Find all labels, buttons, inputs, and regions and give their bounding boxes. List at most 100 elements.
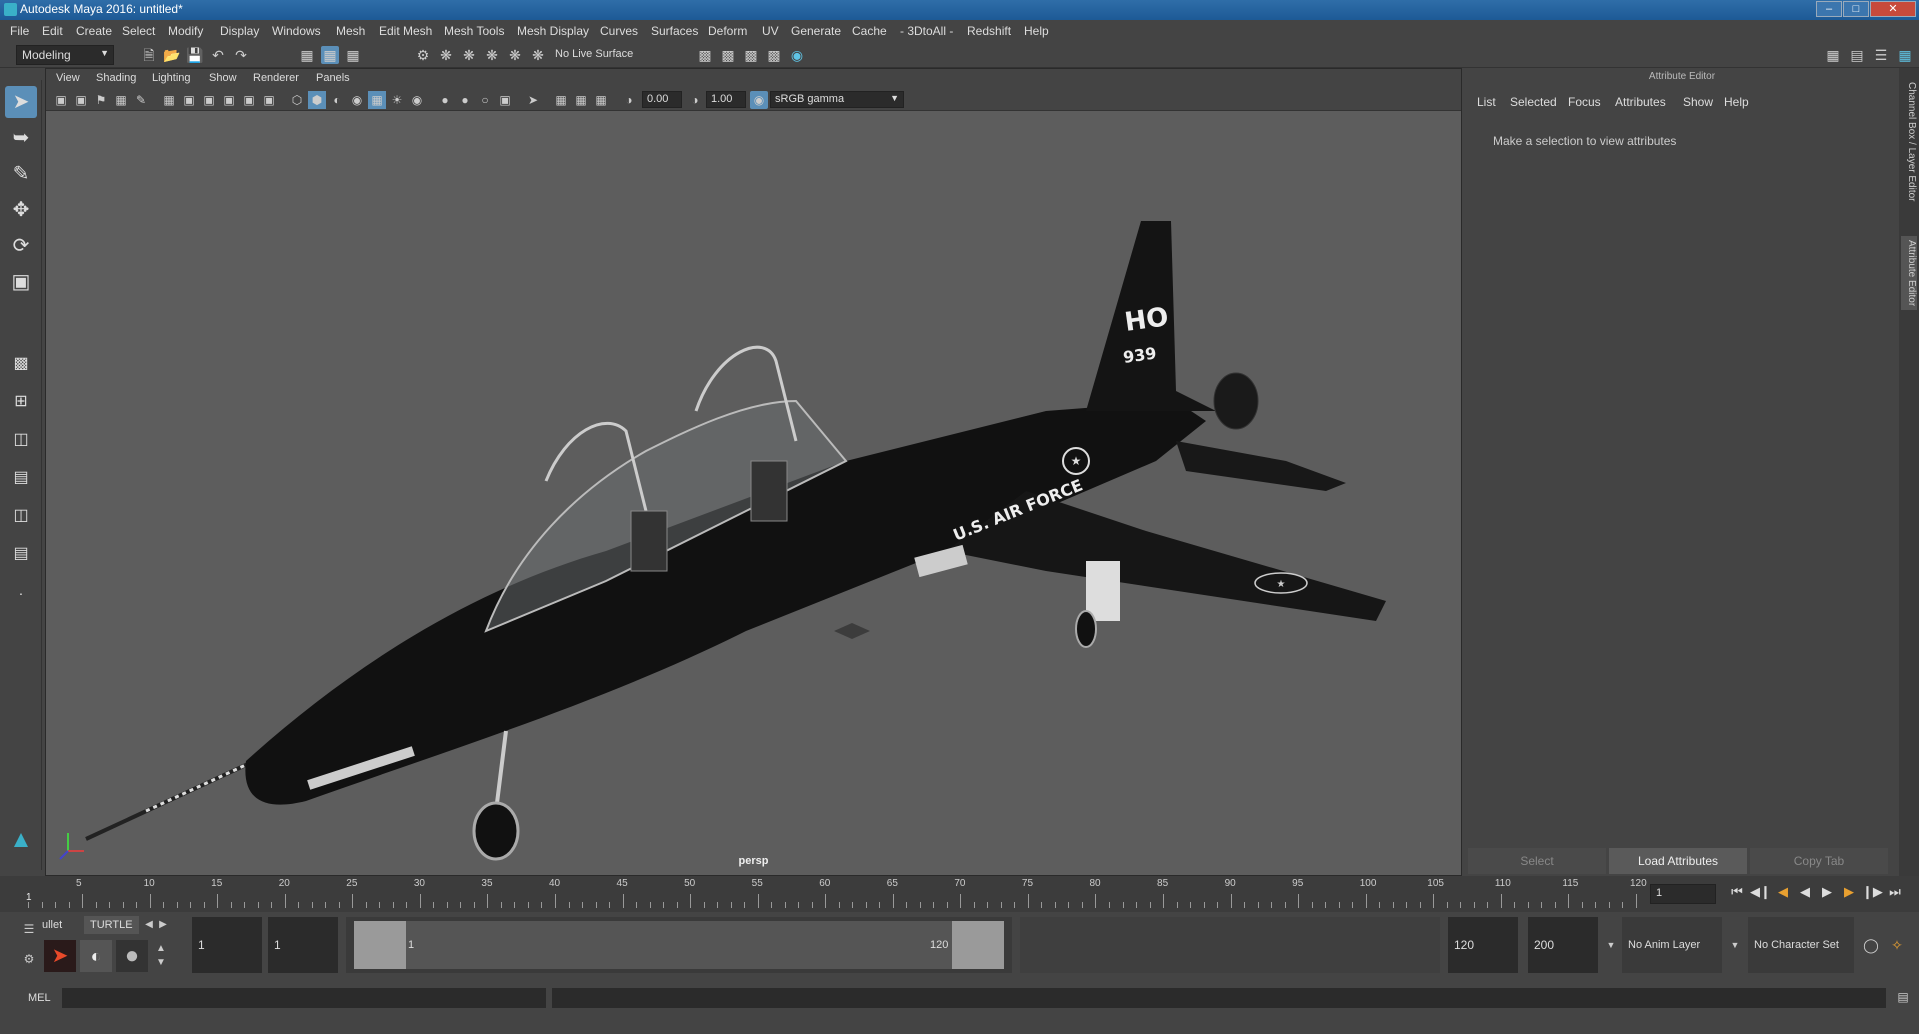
open-scene-icon[interactable]: 📂: [163, 46, 181, 64]
select-object-icon[interactable]: ▦: [321, 46, 339, 64]
undo-icon[interactable]: ↶: [209, 46, 227, 64]
range-slider-start-handle[interactable]: [354, 921, 406, 969]
ae-menu-help[interactable]: Help: [1724, 95, 1749, 109]
go-to-start-icon[interactable]: ⏮: [1728, 884, 1746, 900]
modeling-toolkit-icon[interactable]: ▦: [1824, 46, 1842, 64]
time-slider[interactable]: 5 10 15 20 25 30 35 40 45 50 55 60 65 70 75 80 85 90 95 100…: [0, 876, 1919, 912]
snap-surface-icon[interactable]: ❋: [506, 46, 524, 64]
use-lights-icon[interactable]: ☀: [388, 91, 406, 109]
shadows-icon[interactable]: ◉: [408, 91, 426, 109]
sphere-shelf-icon[interactable]: ●: [116, 940, 148, 972]
go-to-end-icon[interactable]: ⏭: [1886, 884, 1904, 900]
load-attributes-button[interactable]: Load Attributes: [1609, 848, 1747, 874]
menu-surfaces[interactable]: Surfaces: [651, 24, 698, 38]
color-management-icon[interactable]: ◉: [750, 91, 768, 109]
gamma-icon[interactable]: ◑: [686, 91, 704, 109]
gate-mask-icon[interactable]: ▣: [220, 91, 238, 109]
snap-curve-icon[interactable]: ❋: [437, 46, 455, 64]
menu-3dtoall[interactable]: - 3DtoAll -: [900, 24, 953, 38]
snap-grid-icon[interactable]: ⚙: [414, 46, 432, 64]
scene-end-field[interactable]: 200: [1528, 917, 1598, 973]
component-backface-icon[interactable]: ▦: [592, 91, 610, 109]
chevron-down-icon[interactable]: ▼: [1602, 936, 1620, 954]
redo-icon[interactable]: ↷: [232, 46, 250, 64]
playback-start-field[interactable]: 1: [268, 917, 338, 973]
persp-viewport[interactable]: ★ ★ HO 939 U.S. AIR FORCE persp: [46, 111, 1461, 875]
current-frame-field[interactable]: 1: [1650, 884, 1716, 904]
scale-tool-icon[interactable]: ▣: [5, 266, 37, 298]
menu-redshift[interactable]: Redshift: [967, 24, 1011, 38]
maximize-button[interactable]: □: [1843, 1, 1869, 17]
shelf-scroll-down-icon[interactable]: ▼: [152, 954, 170, 972]
motion-blur-icon[interactable]: ●: [456, 91, 474, 109]
xray-icon[interactable]: ▦: [368, 91, 386, 109]
exposure-field[interactable]: 0.00: [642, 91, 682, 108]
grease-pencil-icon[interactable]: ✎: [132, 91, 150, 109]
menu-help[interactable]: Help: [1024, 24, 1049, 38]
channel-box-icon[interactable]: ▦: [1896, 46, 1914, 64]
depth-of-field-icon[interactable]: ▣: [496, 91, 514, 109]
grid-toggle-icon[interactable]: ▦: [160, 91, 178, 109]
film-gate-icon[interactable]: ▣: [180, 91, 198, 109]
isolate-select-icon[interactable]: ➤: [524, 91, 542, 109]
render-shelf-icon[interactable]: ◐: [80, 940, 112, 972]
camera-attributes-icon[interactable]: ▣: [72, 91, 90, 109]
minimize-button[interactable]: –: [1816, 1, 1842, 17]
tool-settings-icon[interactable]: ☰: [1872, 46, 1890, 64]
shelf-settings-icon[interactable]: ⚙: [20, 950, 38, 968]
ambient-occlusion-icon[interactable]: ●: [436, 91, 454, 109]
image-plane-icon[interactable]: ▦: [112, 91, 130, 109]
command-input[interactable]: [62, 988, 546, 1008]
gamma-field[interactable]: 1.00: [706, 91, 746, 108]
menu-mesh-display[interactable]: Mesh Display: [517, 24, 589, 38]
attribute-editor-tab[interactable]: Attribute Editor: [1901, 236, 1917, 311]
vp-menu-panels[interactable]: Panels: [316, 72, 350, 84]
playback-end-field[interactable]: 120: [1448, 917, 1518, 973]
anim-layer-dropdown[interactable]: No Anim Layer: [1622, 917, 1722, 973]
close-button[interactable]: ✕: [1870, 1, 1916, 17]
new-scene-icon[interactable]: 🗎: [140, 46, 158, 64]
single-view-layout-icon[interactable]: ▩: [5, 348, 37, 380]
four-view-layout-icon[interactable]: ⊞: [5, 386, 37, 418]
character-set-dropdown[interactable]: No Character Set: [1748, 917, 1854, 973]
vp-menu-renderer[interactable]: Renderer: [253, 72, 299, 84]
vp-menu-lighting[interactable]: Lighting: [152, 72, 191, 84]
vp-menu-shading[interactable]: Shading: [96, 72, 136, 84]
wireframe-icon[interactable]: ⬡: [288, 91, 306, 109]
persp-graph-layout-icon[interactable]: ▤: [5, 462, 37, 494]
menu-generate[interactable]: Generate: [791, 24, 841, 38]
hypershade-layout-icon[interactable]: ▤: [5, 538, 37, 570]
copy-tab-button[interactable]: Copy Tab: [1750, 848, 1888, 874]
lasso-tool-icon[interactable]: ➥: [5, 122, 37, 154]
menu-mesh[interactable]: Mesh: [336, 24, 365, 38]
menu-windows[interactable]: Windows: [272, 24, 321, 38]
attribute-editor-toggle-icon[interactable]: ▤: [1848, 46, 1866, 64]
rocket-shelf-icon[interactable]: ➤: [44, 940, 76, 972]
step-back-key-icon[interactable]: ◀❙: [1750, 884, 1771, 900]
outliner-layout-icon[interactable]: ◫: [5, 500, 37, 532]
select-button[interactable]: Select: [1468, 848, 1606, 874]
menu-edit-mesh[interactable]: Edit Mesh: [379, 24, 432, 38]
vp-menu-view[interactable]: View: [56, 72, 80, 84]
select-component-icon[interactable]: ▦: [344, 46, 362, 64]
play-forwards-icon[interactable]: ▶: [1818, 884, 1836, 900]
command-language-label[interactable]: MEL: [28, 992, 51, 1004]
save-scene-icon[interactable]: 💾: [186, 46, 204, 64]
shelf-tab-bullet[interactable]: ullet: [36, 916, 69, 934]
menu-file[interactable]: File: [10, 24, 29, 38]
menu-deform[interactable]: Deform: [708, 24, 747, 38]
menu-modify[interactable]: Modify: [168, 24, 203, 38]
select-tool-icon[interactable]: ➤: [5, 86, 37, 118]
animation-preferences-icon[interactable]: ✧: [1888, 936, 1906, 954]
safe-action-icon[interactable]: ▣: [260, 91, 278, 109]
more-layouts-icon[interactable]: ⋅: [5, 578, 37, 610]
scene-start-field[interactable]: 1: [192, 917, 262, 973]
snap-view-icon[interactable]: ❋: [483, 46, 501, 64]
menu-select[interactable]: Select: [122, 24, 155, 38]
snap-point-icon[interactable]: ❋: [460, 46, 478, 64]
color-space-dropdown[interactable]: sRGB gamma ▼: [770, 91, 904, 108]
shelf-scroll-right-icon[interactable]: ▶: [154, 916, 172, 934]
range-slider-track[interactable]: 1 120: [346, 917, 1012, 973]
menu-cache[interactable]: Cache: [852, 24, 887, 38]
menu-mesh-tools[interactable]: Mesh Tools: [444, 24, 504, 38]
